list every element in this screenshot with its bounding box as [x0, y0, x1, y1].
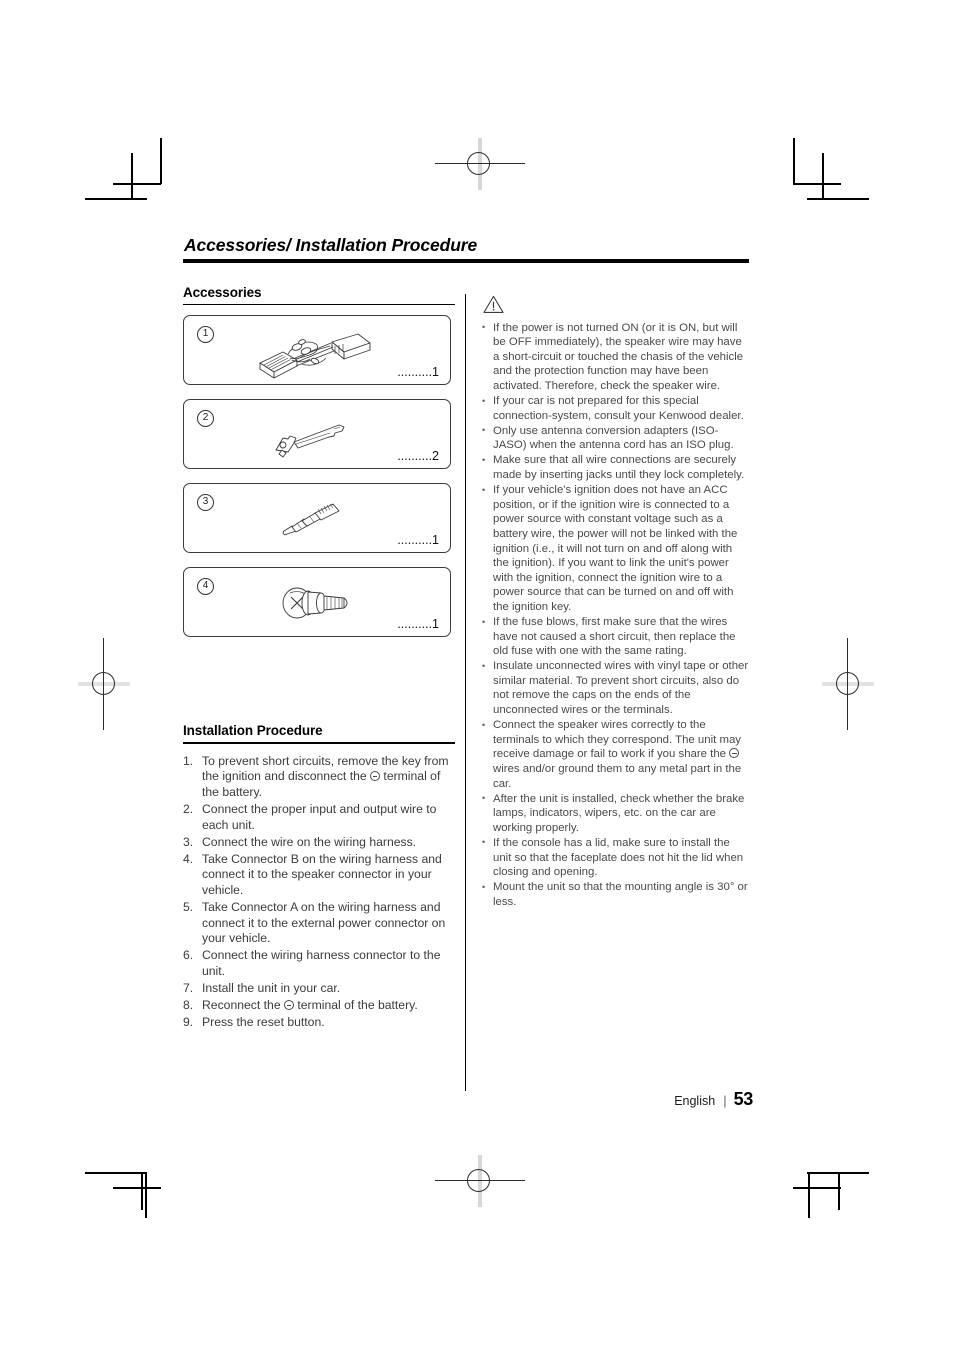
title-rule — [183, 259, 749, 263]
quantity-value: 1 — [432, 617, 439, 632]
list-item: Mount the unit so that the mounting angl… — [482, 880, 750, 909]
registration-mark-right — [822, 638, 874, 730]
crop-mark-line — [808, 1172, 810, 1218]
crop-mark-line — [145, 1172, 147, 1218]
list-item: Make sure that all wire connections are … — [482, 453, 750, 482]
accessory-quantity: ..........1 — [397, 533, 439, 547]
page-number: 53 — [733, 1089, 754, 1109]
registration-circle — [92, 672, 115, 695]
installation-section: Installation Procedure To prevent short … — [183, 723, 455, 1031]
step-text: To prevent short circuits, remove the ke… — [202, 753, 449, 799]
accessory-item: 4 ..........1 — [183, 567, 451, 638]
right-column: If the power is not turned ON (or it is … — [482, 295, 750, 910]
manual-page: Accessories/ Installation Procedure Acce… — [183, 235, 753, 1126]
accessory-quantity: ..........2 — [397, 449, 439, 463]
list-item: If the power is not turned ON (or it is … — [482, 320, 750, 394]
list-item: Connect the wire on the wiring harness. — [183, 834, 417, 850]
list-item: Take Connector A on the wiring harness a… — [183, 899, 446, 946]
list-item: Reconnect the terminal of the battery. — [183, 998, 455, 1014]
crop-mark-line — [822, 153, 824, 199]
footer-language: English — [674, 1094, 716, 1108]
crop-mark-line — [85, 198, 147, 200]
crop-mark-line — [793, 183, 841, 185]
list-item: If your car is not prepared for this spe… — [482, 394, 750, 423]
leader-dots: .......... — [397, 449, 433, 464]
list-item: Install the unit in your car. — [183, 980, 341, 996]
negative-terminal-icon — [283, 1000, 294, 1011]
quantity-value: 1 — [432, 365, 439, 380]
crop-mark-line — [838, 1172, 840, 1210]
crop-mark-line — [131, 153, 133, 199]
page-footer: English | 53 — [187, 1089, 753, 1110]
installation-heading: Installation Procedure — [183, 723, 323, 739]
negative-terminal-icon — [729, 748, 740, 759]
left-column: Accessories 1 ..........1 2 ..........2 … — [183, 285, 455, 1033]
registration-mark-top — [435, 138, 525, 190]
warning-list: If the power is not turned ON (or it is … — [482, 320, 750, 910]
accessory-item: 2 ..........2 — [183, 399, 451, 470]
list-item: If your vehicle's ignition does not have… — [482, 483, 750, 614]
list-item: Only use antenna conversion adapters (IS… — [482, 423, 750, 453]
registration-circle — [467, 152, 490, 175]
accessories-heading-rule — [183, 303, 455, 306]
list-item: Insulate unconnected wires with vinyl ta… — [482, 659, 750, 717]
list-item: Connect the wiring harness connector to … — [183, 948, 441, 978]
list-item: Connect the speaker wires correctly to t… — [482, 718, 750, 791]
registration-mark-left — [78, 638, 130, 730]
accessories-heading: Accessories — [183, 284, 262, 300]
warning-text: Connect the speaker wires correctly to t… — [493, 719, 742, 790]
quantity-value: 1 — [432, 533, 439, 548]
quantity-value: 2 — [432, 449, 439, 464]
registration-circle — [467, 1169, 490, 1192]
list-item: Press the reset button. — [183, 1015, 325, 1030]
negative-terminal-icon — [370, 771, 381, 782]
accessory-quantity: ..........1 — [397, 617, 439, 631]
crop-mark-line — [113, 1187, 161, 1189]
accessory-quantity: ..........1 — [397, 365, 439, 379]
leader-dots: .......... — [397, 533, 433, 548]
crop-mark-line — [793, 138, 795, 184]
accessory-item: 1 ..........1 — [183, 315, 451, 386]
crop-mark-line — [113, 183, 161, 185]
list-item: To prevent short circuits, remove the ke… — [183, 754, 455, 801]
installation-heading-rule — [183, 742, 455, 744]
installation-steps: To prevent short circuits, remove the ke… — [183, 754, 455, 1031]
registration-circle — [836, 672, 859, 695]
crop-mark-line — [807, 198, 869, 200]
leader-dots: .......... — [397, 617, 433, 632]
crop-mark-line — [160, 138, 162, 184]
leader-dots: .......... — [397, 365, 433, 380]
list-item: Connect the proper input and output wire… — [183, 801, 437, 832]
list-item: If the console has a lid, make sure to i… — [482, 835, 750, 880]
registration-mark-bottom — [435, 1155, 525, 1207]
warning-triangle-icon — [483, 295, 504, 313]
footer-separator: | — [723, 1093, 727, 1108]
column-divider — [465, 293, 467, 1091]
page-title: Accessories/ Installation Procedure — [184, 235, 478, 255]
list-item: If the fuse blows, first make sure that … — [482, 615, 750, 659]
crop-mark-line — [85, 1172, 147, 1174]
step-text: Reconnect the terminal of the battery. — [202, 998, 418, 1013]
accessory-item: 3 ..........1 — [183, 483, 451, 554]
list-item: After the unit is installed, check wheth… — [482, 791, 750, 836]
crop-mark-line — [141, 1172, 143, 1210]
list-item: Take Connector B on the wiring harness a… — [183, 851, 442, 897]
crop-mark-line — [793, 1187, 841, 1189]
